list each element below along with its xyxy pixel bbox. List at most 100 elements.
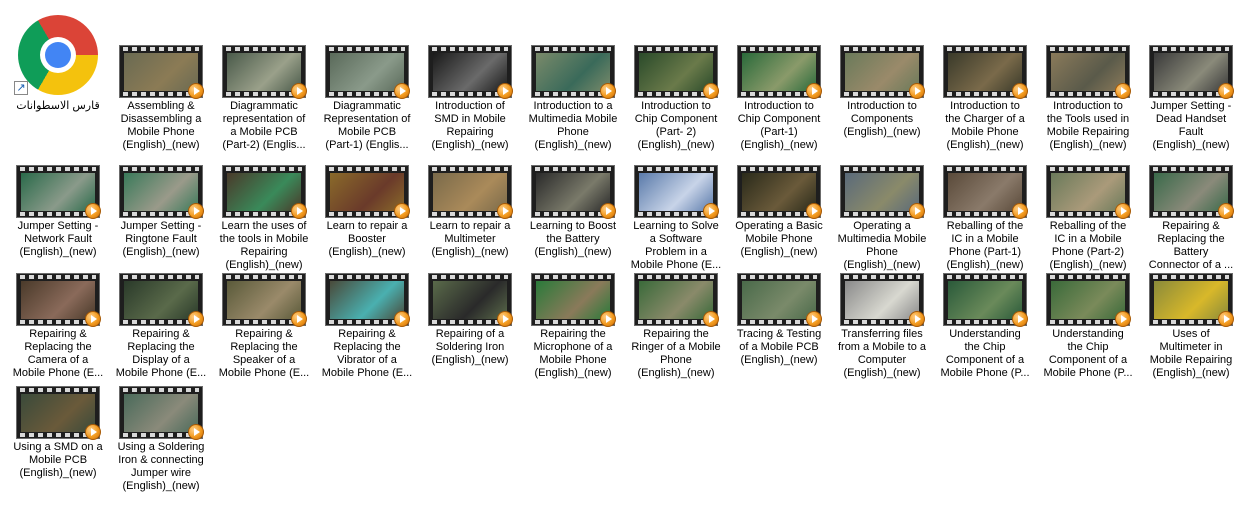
play-icon [806, 203, 822, 219]
play-icon [394, 203, 410, 219]
video-file-item[interactable]: Reballing of the IC in a Mobile Phone (P… [1038, 130, 1138, 271]
chrome-icon [18, 15, 98, 95]
video-file-item[interactable]: Introduction to a Multimedia Mobile Phon… [523, 10, 623, 151]
video-file-item[interactable]: Repairing & Replacing the Speaker of a M… [214, 238, 314, 379]
video-file-item[interactable]: Introduction to the Tools used in Mobile… [1038, 10, 1138, 151]
video-file-item[interactable]: Introduction to Chip Component (Part- 2)… [626, 10, 726, 151]
video-thumbnail [124, 173, 198, 211]
chrome-shortcut[interactable]: ↗ قارس الاسطوانات [8, 10, 108, 122]
video-file-item[interactable]: Jumper Setting - Network Fault (English)… [8, 130, 108, 258]
video-file-item[interactable]: Learning to Boost the Battery (English)_… [523, 130, 623, 258]
video-file-icon [943, 273, 1028, 327]
video-file-item[interactable]: Learn to repair a Booster (English)_(new… [317, 130, 417, 258]
video-thumbnail [433, 281, 507, 319]
play-icon [497, 83, 513, 99]
video-file-icon [840, 165, 925, 219]
video-thumbnail [845, 281, 919, 319]
video-thumbnail [536, 281, 610, 319]
video-file-item[interactable]: Uses of Multimeter in Mobile Repairing (… [1141, 238, 1241, 379]
video-thumbnail [742, 173, 816, 211]
video-file-icon [634, 45, 719, 99]
video-file-icon [428, 165, 513, 219]
video-file-item[interactable]: Operating a Basic Mobile Phone (English)… [729, 130, 829, 258]
video-file-item[interactable]: Jumper Setting - Ringtone Fault (English… [111, 130, 211, 258]
file-label: Understanding the Chip Component of a Mo… [940, 328, 1030, 379]
play-icon [188, 311, 204, 327]
video-file-icon [1046, 45, 1131, 99]
video-file-item[interactable]: Repairing the Ringer of a Mobile Phone (… [626, 238, 726, 379]
play-icon [600, 311, 616, 327]
video-file-item[interactable]: Diagrammatic Representation of Mobile PC… [317, 10, 417, 151]
video-file-icon [634, 273, 719, 327]
video-file-item[interactable]: Introduction to the Charger of a Mobile … [935, 10, 1035, 151]
video-file-icon [531, 45, 616, 99]
video-file-icon [531, 273, 616, 327]
play-icon [1218, 311, 1234, 327]
video-file-icon [428, 45, 513, 99]
video-file-item[interactable]: Repairing the Microphone of a Mobile Pho… [523, 238, 623, 379]
video-thumbnail [1154, 53, 1228, 91]
video-file-item[interactable]: Introduction to Chip Component (Part-1) … [729, 10, 829, 151]
play-icon [909, 83, 925, 99]
video-file-icon [119, 45, 204, 99]
video-thumbnail [1154, 173, 1228, 211]
play-icon [497, 203, 513, 219]
file-label: Repairing the Ringer of a Mobile Phone (… [631, 328, 721, 379]
video-file-item[interactable]: Learn the uses of the tools in Mobile Re… [214, 130, 314, 271]
video-file-icon [1046, 273, 1131, 327]
desktop-file-grid: ↗ قارس الاسطوانات Assembling & Disassemb… [8, 10, 1244, 515]
video-file-item[interactable]: Using a Soldering Iron & connecting Jump… [111, 351, 211, 492]
video-file-icon [737, 45, 822, 99]
video-file-item[interactable]: Jumper Setting - Dead Handset Fault (Eng… [1141, 10, 1241, 151]
video-file-icon [222, 45, 307, 99]
video-thumbnail [1051, 53, 1125, 91]
video-file-item[interactable]: Repairing of a Soldering Iron (English)_… [420, 238, 520, 366]
play-icon [806, 83, 822, 99]
play-icon [1218, 203, 1234, 219]
video-file-icon [325, 165, 410, 219]
video-file-item[interactable]: Transferring files from a Mobile to a Co… [832, 238, 932, 379]
play-icon [188, 424, 204, 440]
video-thumbnail [1051, 281, 1125, 319]
play-icon [1218, 83, 1234, 99]
video-file-icon [1149, 45, 1234, 99]
video-file-item[interactable]: Learning to Solve a Software Problem in … [626, 130, 726, 271]
video-file-icon [119, 386, 204, 440]
video-file-item[interactable]: Understanding the Chip Component of a Mo… [1038, 238, 1138, 379]
video-file-item[interactable]: Diagrammatic representation of a Mobile … [214, 10, 314, 151]
play-icon [291, 311, 307, 327]
video-file-item[interactable]: Understanding the Chip Component of a Mo… [935, 238, 1035, 379]
video-thumbnail [948, 281, 1022, 319]
file-label: Using a SMD on a Mobile PCB (English)_(n… [13, 441, 103, 479]
play-icon [85, 203, 101, 219]
play-icon [703, 203, 719, 219]
file-label: Transferring files from a Mobile to a Co… [837, 328, 927, 379]
video-thumbnail [21, 394, 95, 432]
video-thumbnail [1051, 173, 1125, 211]
video-file-item[interactable]: Repairing & Replacing the Display of a M… [111, 238, 211, 379]
video-file-item[interactable]: Introduction of SMD in Mobile Repairing … [420, 10, 520, 151]
video-thumbnail [536, 173, 610, 211]
video-thumbnail [227, 53, 301, 91]
video-file-icon [531, 165, 616, 219]
play-icon [1012, 311, 1028, 327]
video-file-item[interactable]: Reballing of the IC in a Mobile Phone (P… [935, 130, 1035, 271]
shortcut-arrow-icon: ↗ [14, 81, 28, 95]
play-icon [909, 311, 925, 327]
video-file-item[interactable]: Learn to repair a Multimeter (English)_(… [420, 130, 520, 258]
video-file-icon [325, 273, 410, 327]
video-file-item[interactable]: Tracing & Testing of a Mobile PCB (Engli… [729, 238, 829, 366]
video-thumbnail [124, 53, 198, 91]
video-file-item[interactable]: Introduction to Components (English)_(ne… [832, 10, 932, 138]
play-icon [1115, 203, 1131, 219]
play-icon [291, 203, 307, 219]
video-file-item[interactable]: Repairing & Replacing the Camera of a Mo… [8, 238, 108, 379]
video-thumbnail [742, 53, 816, 91]
video-thumbnail [948, 173, 1022, 211]
video-file-item[interactable]: Assembling & Disassembling a Mobile Phon… [111, 10, 211, 151]
video-file-item[interactable]: Operating a Multimedia Mobile Phone (Eng… [832, 130, 932, 271]
video-file-icon [943, 45, 1028, 99]
video-file-item[interactable]: Using a SMD on a Mobile PCB (English)_(n… [8, 351, 108, 479]
video-file-item[interactable]: Repairing & Replacing the Battery Connec… [1141, 130, 1241, 271]
video-file-item[interactable]: Repairing & Replacing the Vibrator of a … [317, 238, 417, 379]
